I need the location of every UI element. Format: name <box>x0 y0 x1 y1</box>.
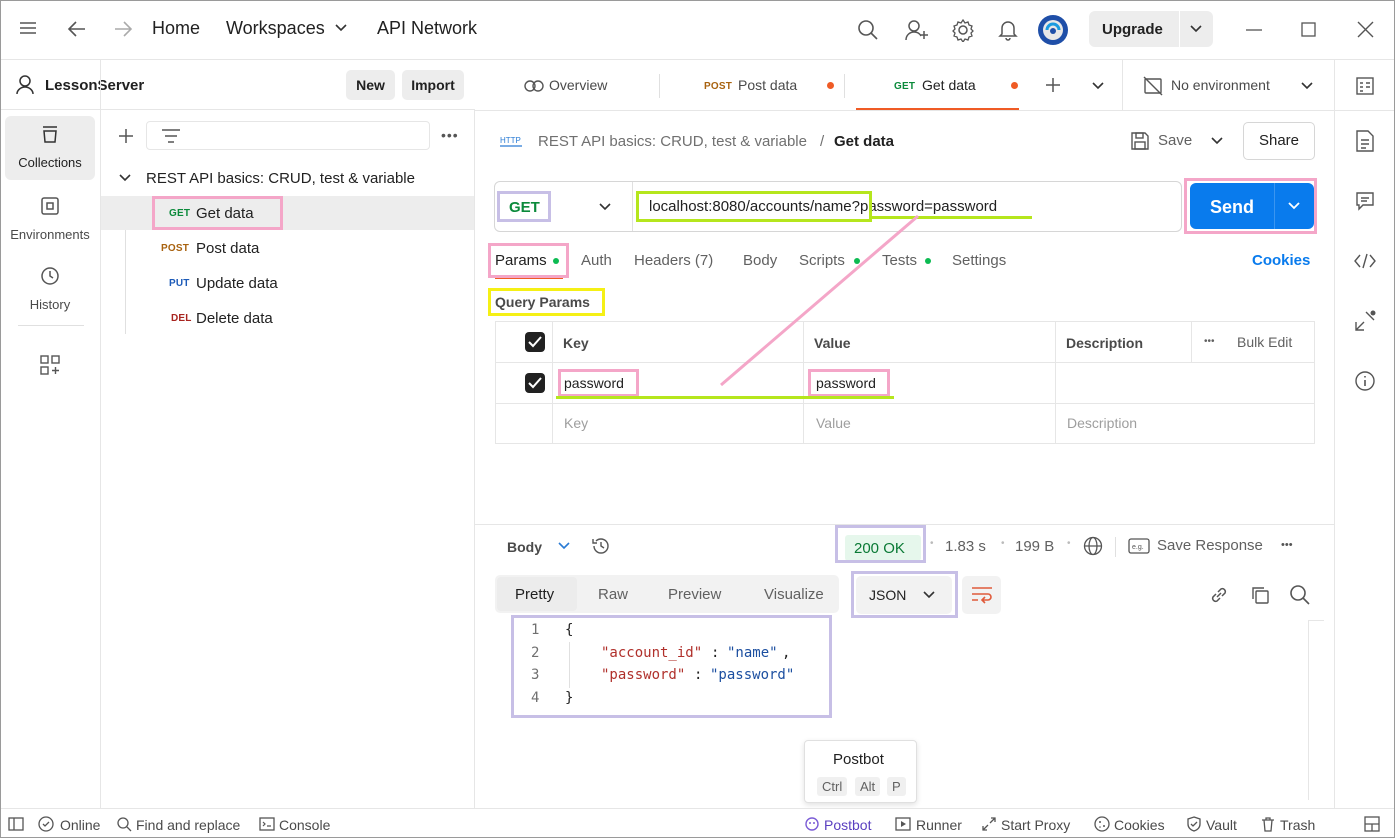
window-frame <box>0 0 1395 838</box>
